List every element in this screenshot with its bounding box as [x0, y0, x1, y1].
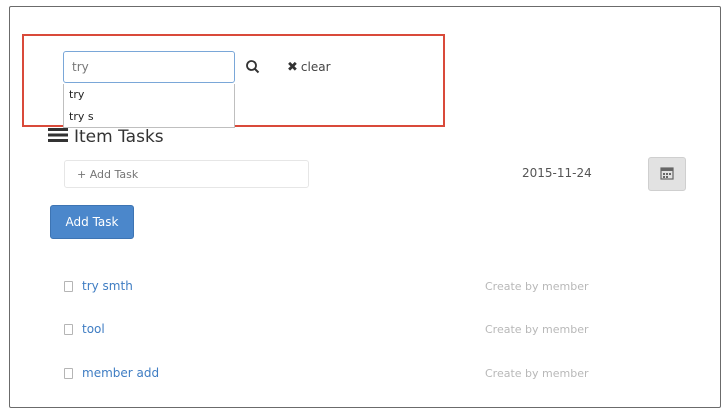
- search-suggestions: try try s: [63, 84, 235, 128]
- task-meta: Create by member: [485, 322, 589, 336]
- search-icon[interactable]: [244, 58, 262, 76]
- add-task-button[interactable]: Add Task: [50, 205, 134, 239]
- section-heading: Item Tasks: [48, 127, 164, 147]
- calendar-icon: [660, 165, 674, 184]
- task-meta: Create by member: [485, 279, 589, 293]
- task-name[interactable]: tool: [82, 322, 105, 336]
- suggestion-item[interactable]: try: [64, 84, 234, 106]
- checkbox-icon[interactable]: [64, 323, 73, 335]
- section-title: Item Tasks: [74, 127, 164, 147]
- task-date: 2015-11-24: [522, 166, 592, 180]
- new-task-input[interactable]: [64, 160, 309, 188]
- task-name[interactable]: try smth: [82, 279, 133, 293]
- clear-label: clear: [300, 60, 331, 74]
- close-icon: ✖: [287, 59, 298, 75]
- task-row: try smth Create by member: [64, 276, 624, 296]
- task-meta: Create by member: [485, 366, 589, 380]
- suggestion-item[interactable]: try s: [64, 106, 234, 128]
- calendar-button[interactable]: [648, 157, 686, 191]
- search-input[interactable]: [63, 51, 235, 83]
- checkbox-icon[interactable]: [64, 367, 73, 379]
- task-row: member add Create by member: [64, 363, 624, 383]
- task-name[interactable]: member add: [82, 366, 159, 380]
- task-row: tool Create by member: [64, 319, 624, 339]
- list-icon: [48, 127, 68, 147]
- clear-button[interactable]: ✖ clear: [287, 58, 331, 76]
- checkbox-icon[interactable]: [64, 280, 73, 292]
